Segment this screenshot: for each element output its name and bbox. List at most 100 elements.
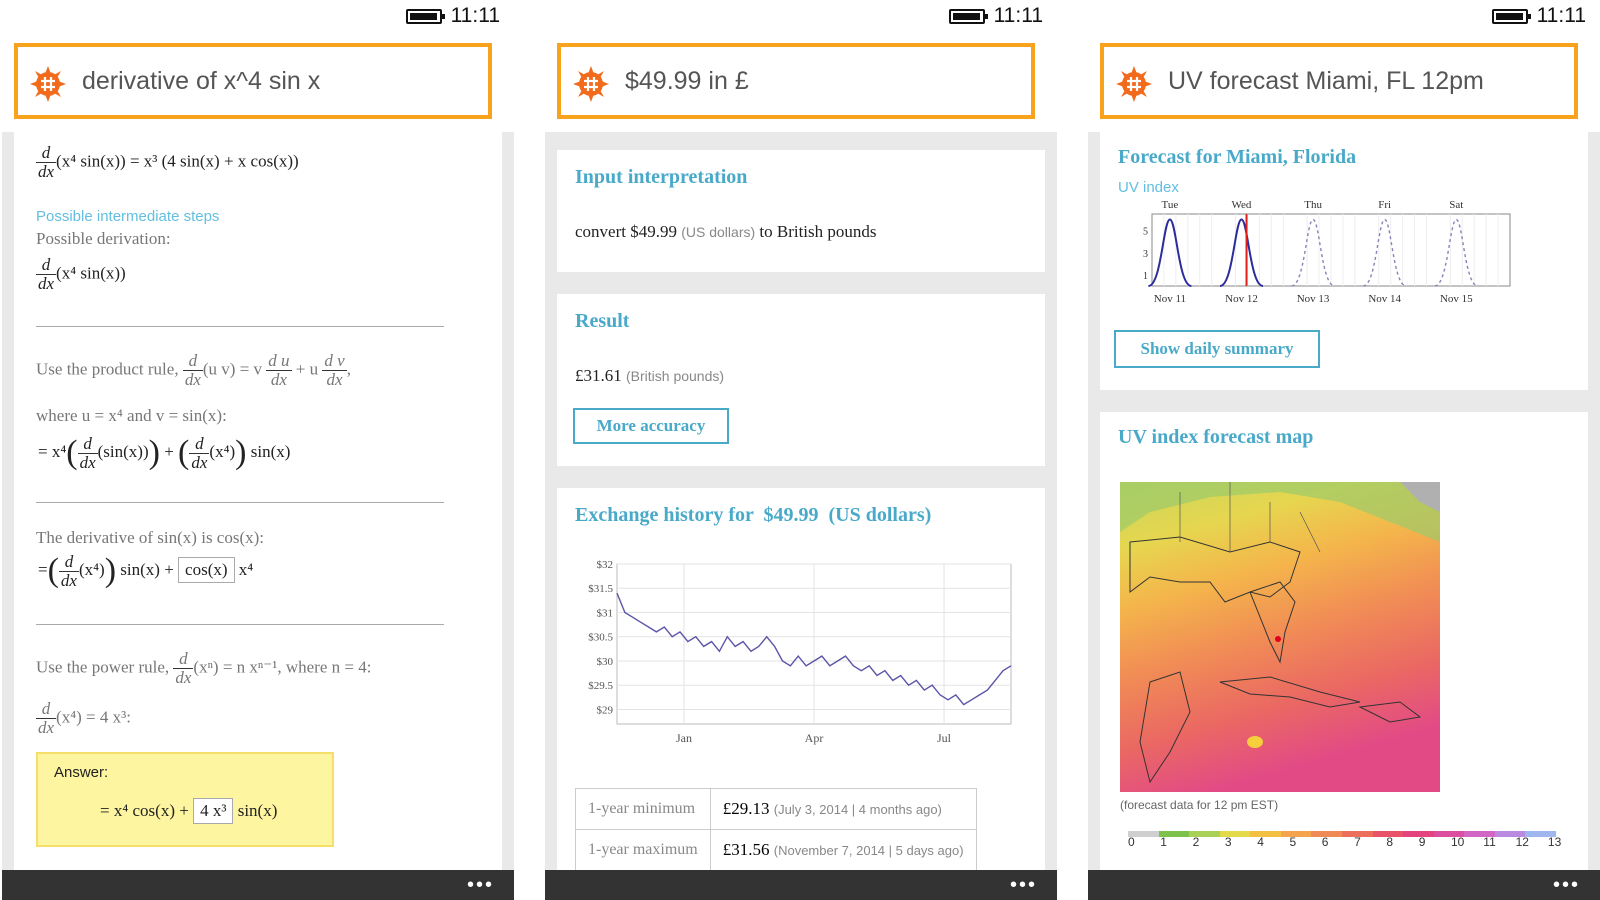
scale-label: 4 [1257,835,1264,849]
y-tick-label: $32 [597,559,614,571]
search-box[interactable]: derivative of x^4 sin x [14,43,492,119]
more-accuracy-button[interactable]: More accuracy [573,408,729,444]
status-bar: 11:11 [1088,0,1600,36]
scale-label: 10 [1451,835,1465,849]
more-options-icon[interactable]: ••• [467,874,494,897]
result-text: £31.61 (British pounds) [575,366,725,385]
power-rule-result: d dx (x⁴) = 4 x³: [36,699,131,737]
status-time: 11:11 [450,4,500,27]
row-value: £31.56 (November 7, 2014 | 5 days ago) [709,829,977,870]
app-bar: ••• [545,870,1057,900]
uv-color-scale [1128,824,1556,837]
sin-derivative-result: =(d dx (x⁴)) sin(x) + cos(x) x⁴ [38,551,254,590]
intermediate-steps-link[interactable]: Possible intermediate steps [36,208,219,225]
scale-label: 11 [1483,835,1496,849]
day-label: Sat [1449,199,1463,211]
input-text: convert $49.99 (US dollars) to British p… [575,222,877,241]
search-box[interactable]: UV forecast Miami, FL 12pm [1100,43,1578,119]
phone-screen-uv: 11:11 UV forecast Miami, FL 12pm Forecas… [1088,0,1600,900]
exchange-history-chart: $32 $31.5 $31 $30.5 $30 $29.5 $29 Jan Apr Jul [588,559,1012,745]
map-caption: (forecast data for 12 pm EST) [1120,798,1279,812]
uv-scale-labels: 0 1 2 3 4 5 6 7 8 9 10 11 12 13 [1118,835,1568,853]
scale-label: 3 [1224,835,1232,849]
scale-label: 1 [1160,835,1167,849]
search-query[interactable]: derivative of x^4 sin x [82,47,320,115]
scale-label: 9 [1418,835,1426,849]
day-label: Fri [1378,199,1391,211]
power-rule-step: Use the power rule, d dx (xⁿ) = n xⁿ⁻¹, wh… [36,649,372,687]
table-row: 1-year minimum £29.13 (July 3, 2014 | 4 … [575,788,977,830]
uv-index-map [1120,482,1440,792]
day-label: Thu [1304,199,1322,211]
x-tick-label: Jan [676,731,692,745]
derivation-label: Possible derivation: [36,229,171,248]
pod-title: Result [575,310,630,332]
y-tick-label: 3 [1143,249,1148,260]
app-bar: ••• [1088,870,1600,900]
product-rule-where: where u = x⁴ and v = sin(x): [36,406,227,425]
divider [36,502,444,503]
derivative-result: d dx (x⁴ sin(x)) = x³ (4 sin(x) + x cos(x)… [36,143,299,181]
battery-icon [406,9,445,24]
status-time: 11:11 [993,4,1043,27]
battery-icon [1492,9,1531,24]
scale-label: 7 [1354,835,1361,849]
pod-title: Exchange history for $49.99 (US dollars) [575,504,932,526]
exchange-history-pod: Exchange history for $49.99 (US dollars)… [557,488,1045,870]
row-label: 1-year maximum [575,829,711,870]
y-tick-label: 1 [1143,271,1148,282]
divider [36,326,444,327]
more-options-icon[interactable]: ••• [1553,874,1580,897]
wolfram-star-icon [573,66,609,102]
pod-title: UV index forecast map [1118,426,1314,448]
scale-label: 13 [1547,835,1562,849]
y-tick-label: $30.5 [588,632,613,644]
y-tick-label: $29 [597,704,614,716]
wolfram-star-icon [1116,66,1152,102]
y-tick-label: $31 [597,607,614,619]
pod-title: Input interpretation [575,166,748,188]
search-query[interactable]: UV forecast Miami, FL 12pm [1168,47,1484,115]
result-pod: Result £31.61 (British pounds) More accu… [557,294,1045,466]
x-tick-label: Jul [937,731,952,745]
product-rule-result: = x⁴(d dx (sin(x))) + (d dx (x⁴)) sin(x) [38,433,291,472]
show-daily-summary-button[interactable]: Show daily summary [1114,330,1320,368]
answer-label: Answer: [54,764,109,781]
status-bar: 11:11 [2,0,514,36]
derivation-expression: d dx (x⁴ sin(x)) [36,255,126,293]
y-tick-label: $31.5 [588,583,613,595]
wolfram-star-icon [30,66,66,102]
scale-label: 6 [1321,835,1329,849]
phone-screen-derivative: 11:11 derivative of x^4 sin x d dx (x⁴ sin… [2,0,514,900]
phone-screen-currency: 11:11 $49.99 in £ Input interpretation c… [545,0,1057,900]
row-value: £29.13 (July 3, 2014 | 4 months ago) [709,788,977,830]
input-interpretation-pod: Input interpretation convert $49.99 (US … [557,150,1045,272]
table-row: 1-year maximum £31.56 (November 7, 2014 … [575,829,977,870]
pod-title: Forecast for Miami, Florida [1118,146,1357,168]
results-feed: Forecast for Miami, Florida UV index Tue… [1088,132,1600,870]
search-query[interactable]: $49.99 in £ [625,47,749,115]
search-box[interactable]: $49.99 in £ [557,43,1035,119]
result-pod: d dx (x⁴ sin(x)) = x³ (4 sin(x) + x cos(x)… [14,132,502,870]
uv-forecast-pod: Forecast for Miami, Florida UV index Tue… [1100,132,1588,390]
y-tick-label: $30 [597,656,614,668]
status-bar: 11:11 [545,0,1057,36]
y-tick-label: $29.5 [588,680,613,692]
scale-label: 0 [1128,835,1135,849]
scale-label: 8 [1386,835,1394,849]
day-label: Tue [1162,199,1179,211]
more-options-icon[interactable]: ••• [1010,874,1037,897]
date-label: Nov 12 [1225,293,1258,305]
x-tick-label: Apr [805,731,824,745]
divider [36,624,444,625]
answer-expression: = x⁴ cos(x) + 4 x³ sin(x) [100,798,277,824]
minmax-table: 1-year minimum £29.13 (July 3, 2014 | 4 … [575,788,977,870]
sin-derivative-step: The derivative of sin(x) is cos(x): [36,528,265,547]
day-label: Wed [1232,199,1252,211]
date-label: Nov 15 [1440,293,1473,305]
scale-label: 2 [1192,835,1200,849]
uv-map-pod: UV index forecast map (forecast data for… [1100,412,1588,870]
answer-box: Answer: = x⁴ cos(x) + 4 x³ sin(x) [36,752,334,847]
scale-label: 12 [1515,835,1529,849]
row-label: 1-year minimum [575,788,711,830]
